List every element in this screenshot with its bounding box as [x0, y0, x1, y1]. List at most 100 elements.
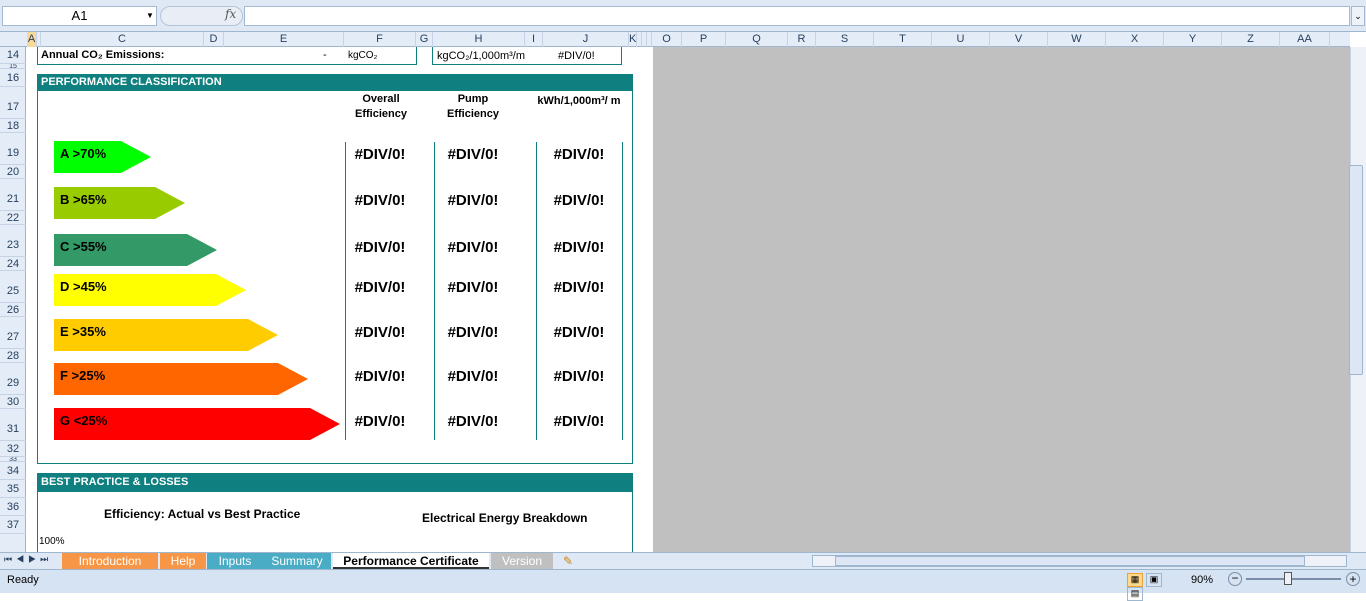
zoom-level[interactable]: 90%: [1191, 574, 1213, 586]
performance-title: PERFORMANCE CLASSIFICATION: [37, 74, 633, 91]
zoom-slider-thumb[interactable]: [1284, 572, 1292, 585]
tab-nav-arrows-icon[interactable]: ⏮◀▶⏭: [4, 554, 52, 565]
column-header-o[interactable]: O: [652, 32, 682, 47]
column-header-d[interactable]: D: [204, 32, 224, 47]
class-f-overall-value: #DIV/0!: [354, 368, 406, 385]
sheet-tab-help[interactable]: Help: [160, 553, 206, 569]
class-c-kwh-value: #DIV/0!: [553, 239, 605, 256]
row-header-18[interactable]: 18: [0, 119, 26, 133]
column-header-u[interactable]: U: [932, 32, 990, 47]
column-header-y[interactable]: Y: [1164, 32, 1222, 47]
class-b-kwh-value: #DIV/0!: [553, 192, 605, 209]
name-box-dropdown-icon[interactable]: ▼: [143, 6, 157, 26]
column-header-f[interactable]: F: [344, 32, 416, 47]
insert-sheet-icon[interactable]: ✎: [557, 553, 579, 569]
column-header-p[interactable]: P: [682, 32, 726, 47]
zoom-out-icon[interactable]: −: [1228, 572, 1242, 586]
view-buttons: ▦ ▣ ▤: [1127, 573, 1181, 601]
row-header-19[interactable]: 19: [0, 133, 26, 165]
column-header-g[interactable]: G: [416, 32, 433, 47]
zoom-slider[interactable]: [1246, 578, 1341, 580]
expand-formula-bar-icon[interactable]: ⌄: [1351, 6, 1365, 26]
row-header-29[interactable]: 29: [0, 363, 26, 395]
sheet-tab-version[interactable]: Version: [491, 553, 553, 569]
row-header-16[interactable]: 16: [0, 69, 26, 87]
row-header-30[interactable]: 30: [0, 395, 26, 409]
sheet-tab-performance-certificate[interactable]: Performance Certificate: [333, 553, 489, 569]
column-header-i[interactable]: I: [525, 32, 543, 47]
column-header-a[interactable]: A: [27, 32, 37, 47]
class-g-pump-value: #DIV/0!: [447, 413, 499, 430]
chart-energy-title: Electrical Energy Breakdown: [422, 511, 588, 525]
row-header-24[interactable]: 24: [0, 257, 26, 271]
class-e-overall-value: #DIV/0!: [354, 324, 406, 341]
class-label: C >55%: [60, 239, 107, 254]
header-kwh: kWh/1,000m³/ m: [537, 95, 621, 107]
column-header-r[interactable]: R: [788, 32, 816, 47]
name-box[interactable]: A1: [2, 6, 157, 26]
column-header-h[interactable]: H: [433, 32, 525, 47]
row-header-28[interactable]: 28: [0, 349, 26, 363]
row-header-21[interactable]: 21: [0, 179, 26, 211]
row-header-17[interactable]: 17: [0, 87, 26, 119]
zoom-in-icon[interactable]: +: [1346, 572, 1360, 586]
row-header-20[interactable]: 20: [0, 165, 26, 179]
insert-function-icon[interactable]: fx: [225, 7, 236, 21]
class-label: A >70%: [60, 146, 107, 161]
row-header-32[interactable]: 32: [0, 441, 26, 457]
column-header-q[interactable]: Q: [726, 32, 788, 47]
horizontal-scroll-thumb[interactable]: [835, 556, 1305, 566]
class-f-pump-value: #DIV/0!: [447, 368, 499, 385]
vertical-scroll-thumb[interactable]: [1349, 165, 1363, 375]
sheet-tab-summary[interactable]: Summary: [263, 553, 331, 569]
row-header-37[interactable]: 37: [0, 516, 26, 534]
class-arrow-g: G <25%: [54, 408, 340, 440]
column-header-x[interactable]: X: [1106, 32, 1164, 47]
row-header-23[interactable]: 23: [0, 225, 26, 257]
column-header-z[interactable]: Z: [1222, 32, 1280, 47]
column-header-v[interactable]: V: [990, 32, 1048, 47]
row-header-25[interactable]: 25: [0, 271, 26, 303]
normal-view-icon[interactable]: ▦: [1127, 573, 1143, 587]
row-header-14[interactable]: 14: [0, 47, 26, 64]
row-header-34[interactable]: 34: [0, 462, 26, 480]
row-header-22[interactable]: 22: [0, 211, 26, 225]
class-d-pump-value: #DIV/0!: [447, 279, 499, 296]
class-arrow-d: D >45%: [54, 274, 246, 306]
performance-frame: [37, 74, 633, 464]
page-layout-icon[interactable]: ▣: [1146, 573, 1163, 587]
formula-input[interactable]: [244, 6, 1350, 26]
row-header-26[interactable]: 26: [0, 303, 26, 317]
class-c-pump-value: #DIV/0!: [447, 239, 499, 256]
row-header-31[interactable]: 31: [0, 409, 26, 441]
emissions-intensity-unit: kgCO₂/1,000m³/m: [437, 50, 526, 62]
emissions-dash: -: [323, 49, 327, 61]
class-a-kwh-value: #DIV/0!: [553, 146, 605, 163]
class-label: B >65%: [60, 192, 107, 207]
class-c-overall-value: #DIV/0!: [354, 239, 406, 256]
class-b-pump-value: #DIV/0!: [447, 192, 499, 209]
row-header-35[interactable]: 35: [0, 480, 26, 498]
column-header-s[interactable]: S: [816, 32, 874, 47]
class-arrow-e: E >35%: [54, 319, 278, 351]
column-header-c[interactable]: C: [41, 32, 204, 47]
row-header-27[interactable]: 27: [0, 317, 26, 349]
row-header-36[interactable]: 36: [0, 498, 26, 516]
column-header-k[interactable]: K: [629, 32, 637, 47]
class-label: E >35%: [60, 324, 106, 339]
column-header-aa[interactable]: AA: [1280, 32, 1330, 47]
sheet-tab-introduction[interactable]: Introduction: [62, 553, 158, 569]
class-b-overall-value: #DIV/0!: [354, 192, 406, 209]
page-break-icon[interactable]: ▤: [1127, 587, 1143, 601]
best-practice-title: BEST PRACTICE & LOSSES: [37, 474, 633, 492]
class-e-kwh-value: #DIV/0!: [553, 324, 605, 341]
column-header-t[interactable]: T: [874, 32, 932, 47]
column-header-e[interactable]: E: [224, 32, 344, 47]
emissions-label: Annual CO₂ Emissions:: [41, 49, 165, 61]
chart-axis-label: 100%: [39, 536, 65, 547]
worksheet-area[interactable]: Annual CO₂ Emissions: - kgCO₂ kgCO₂/1,00…: [27, 47, 653, 552]
class-d-kwh-value: #DIV/0!: [553, 279, 605, 296]
sheet-tab-inputs[interactable]: Inputs: [207, 553, 263, 569]
column-header-w[interactable]: W: [1048, 32, 1106, 47]
column-header-j[interactable]: J: [543, 32, 629, 47]
